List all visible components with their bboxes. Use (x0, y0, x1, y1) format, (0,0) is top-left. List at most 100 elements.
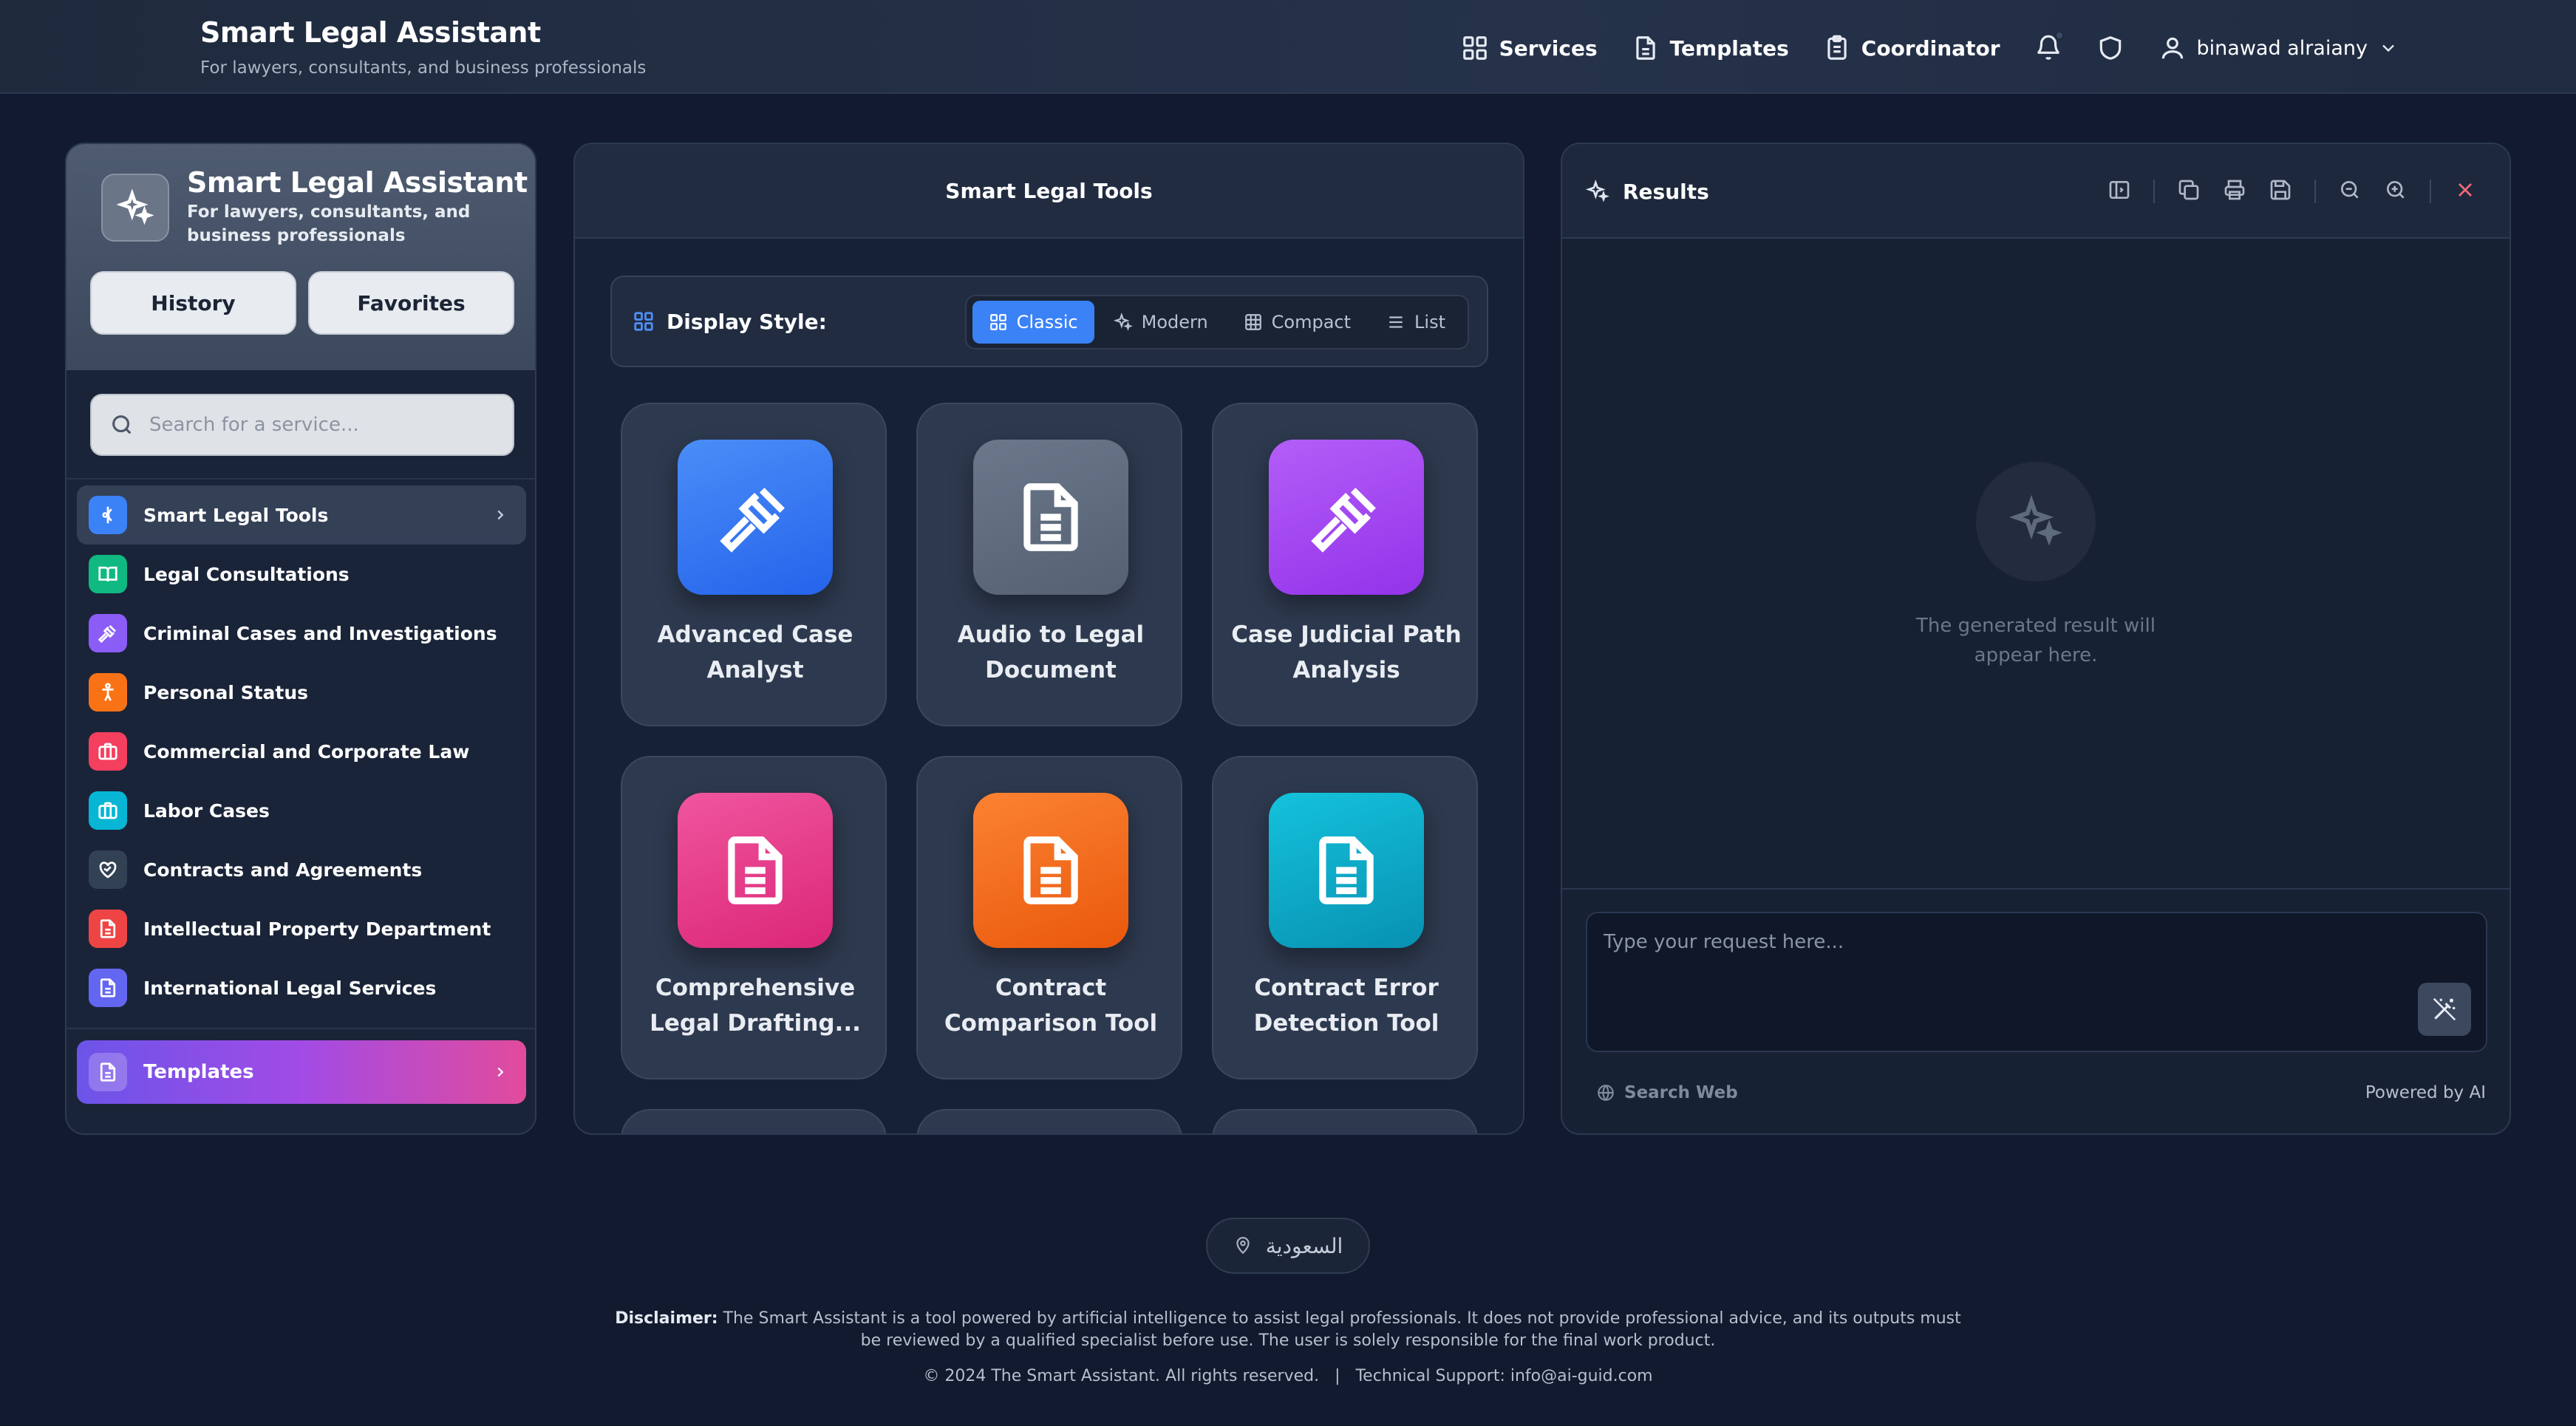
close-icon (2459, 183, 2472, 197)
gavel-icon (98, 625, 116, 644)
sidebar-item-label: Contracts and Agreements (143, 859, 423, 881)
panel-toggle-icon (2109, 181, 2130, 199)
sidebar-templates-button[interactable]: Templates (77, 1040, 526, 1104)
request-input[interactable] (1604, 931, 2416, 1034)
tool-card-partial[interactable] (1212, 1109, 1478, 1133)
globe-icon (1598, 1085, 1614, 1101)
location-selector[interactable]: السعودية (1206, 1218, 1370, 1274)
table-grid-icon (1244, 314, 1261, 330)
sidebar-item-contracts-agreements[interactable]: Contracts and Agreements (77, 840, 526, 899)
tool-card-advanced-case-analyst[interactable]: Advanced Case Analyst (621, 403, 887, 726)
tool-card-name: Advanced Case Analyst (657, 621, 853, 683)
user-menu[interactable]: binawad alraiany (2158, 34, 2399, 62)
sidebar-divider (67, 1028, 535, 1029)
empty-state-text: The generated result will appear here. (1916, 615, 2156, 666)
sidebar-item-label: Criminal Cases and Investigations (143, 622, 497, 644)
copyright: © 2024 The Smart Assistant. All rights r… (923, 1367, 1653, 1385)
copy-icon (2178, 180, 2199, 200)
notification-dot (2054, 31, 2064, 40)
person-icon (102, 683, 114, 701)
style-classic-label: Classic (1016, 312, 1078, 332)
briefcase-icon (98, 743, 117, 760)
toggle-panel-button[interactable] (2108, 178, 2131, 205)
layout-grid-icon (634, 312, 653, 331)
sidebar-item-label: Legal Consultations (143, 563, 350, 585)
zoom-in-button[interactable] (2384, 178, 2408, 205)
templates-icon-box (89, 1053, 127, 1091)
tool-card-comprehensive-legal-drafting[interactable]: Comprehensive Legal Drafting... (621, 756, 887, 1079)
sidebar-header: Smart Legal Assistant For lawyers, consu… (67, 144, 535, 370)
favorites-button[interactable]: Favorites (308, 271, 514, 335)
sidebar-item-icon-box (89, 969, 127, 1007)
tool-card-icon-tile (973, 793, 1128, 948)
toolbar-separator (2430, 180, 2431, 203)
sidebar-logo (101, 174, 169, 242)
tool-card-contract-error-detection-tool[interactable]: Contract Error Detection Tool (1212, 756, 1478, 1079)
close-results-button[interactable] (2453, 178, 2477, 205)
tools-title: Smart Legal Tools (575, 144, 1523, 239)
sidebar-item-icon-box (89, 732, 127, 771)
save-button[interactable] (2269, 178, 2292, 205)
sidebar-item-legal-consultations[interactable]: Legal Consultations (77, 545, 526, 604)
print-button[interactable] (2223, 178, 2246, 205)
display-style-label: Display Style: (633, 277, 827, 366)
copy-button[interactable] (2177, 178, 2201, 205)
sparkles-icon (117, 189, 154, 225)
style-compact-button[interactable]: Compact (1227, 301, 1367, 344)
briefcase-icon (98, 802, 117, 819)
sparkles-icon (2009, 495, 2062, 546)
chevron-right-icon (497, 1067, 504, 1077)
magic-wand-icon (2433, 997, 2456, 1021)
sidebar-item-commercial-corporate-law[interactable]: Commercial and Corporate Law (77, 722, 526, 781)
gavel-icon (1311, 488, 1376, 553)
user-name: binawad alraiany (2196, 36, 2368, 60)
notifications-button[interactable] (2034, 31, 2064, 62)
disclaimer-text: The Smart Assistant is a tool powered by… (723, 1309, 1961, 1350)
zoom-in-icon (2387, 181, 2405, 199)
generate-button[interactable] (2418, 983, 2471, 1036)
sidebar-item-icon-box (89, 614, 127, 652)
tool-card-name: Comprehensive Legal Drafting... (650, 975, 861, 1037)
service-search-input[interactable] (149, 395, 504, 454)
results-empty-state: The generated result will appear here. (1562, 462, 2509, 670)
zoom-out-button[interactable] (2338, 178, 2362, 205)
security-button[interactable] (2096, 34, 2124, 62)
tool-card-case-judicial-path-analysis[interactable]: Case Judicial Path Analysis (1212, 403, 1478, 726)
tool-card-icon-tile (678, 440, 833, 595)
document-icon (1023, 836, 1078, 904)
sidebar-item-intellectual-property[interactable]: Intellectual Property Department (77, 899, 526, 958)
style-modern-button[interactable]: Modern (1097, 301, 1224, 344)
style-classic-button[interactable]: Classic (972, 301, 1094, 344)
sidebar-item-personal-status[interactable]: Personal Status (77, 663, 526, 722)
nav-services[interactable]: Services (1461, 34, 1598, 62)
nav-coordinator[interactable]: Coordinator (1823, 34, 2000, 62)
sidebar-item-criminal-cases[interactable]: Criminal Cases and Investigations (77, 604, 526, 663)
tool-card-audio-to-legal-document[interactable]: Audio to Legal Document (916, 403, 1182, 726)
tool-card-contract-comparison-tool[interactable]: Contract Comparison Tool (916, 756, 1182, 1079)
tool-card-name: Audio to Legal Document (957, 621, 1145, 683)
sidebar-item-labor-cases[interactable]: Labor Cases (77, 781, 526, 840)
style-compact-label: Compact (1271, 312, 1352, 332)
sidebar-item-international-legal-services[interactable]: International Legal Services (77, 958, 526, 1017)
tool-card-partial[interactable] (621, 1109, 887, 1133)
results-panel: Results The generated result will appear… (1561, 143, 2511, 1135)
nav-templates[interactable]: Templates (1632, 34, 1789, 62)
sidebar-item-smart-legal-tools[interactable]: Smart Legal Tools (77, 485, 526, 545)
tool-card-partial[interactable] (916, 1109, 1182, 1133)
nav-coordinator-label: Coordinator (1861, 35, 2000, 61)
toolbar-separator (2153, 180, 2155, 203)
handshake-heart-icon (99, 862, 117, 879)
style-list-button[interactable]: List (1370, 301, 1462, 344)
sidebar-item-label: Commercial and Corporate Law (143, 740, 470, 763)
top-header: Smart Legal Assistant For lawyers, consu… (0, 0, 2576, 94)
list-icon (1389, 316, 1403, 328)
document-icon (100, 1062, 116, 1082)
style-list-label: List (1414, 312, 1445, 332)
printer-icon (2224, 180, 2245, 200)
search-web-toggle[interactable]: Search Web (1596, 1083, 1738, 1102)
top-nav: Services Templates Coordinator binawad a… (1461, 30, 2399, 66)
history-button[interactable]: History (90, 271, 296, 335)
request-input-area: Search Web Powered by AI (1562, 888, 2509, 1133)
nav-templates-label: Templates (1669, 35, 1789, 61)
disclaimer-label: Disclaimer: (615, 1309, 718, 1328)
